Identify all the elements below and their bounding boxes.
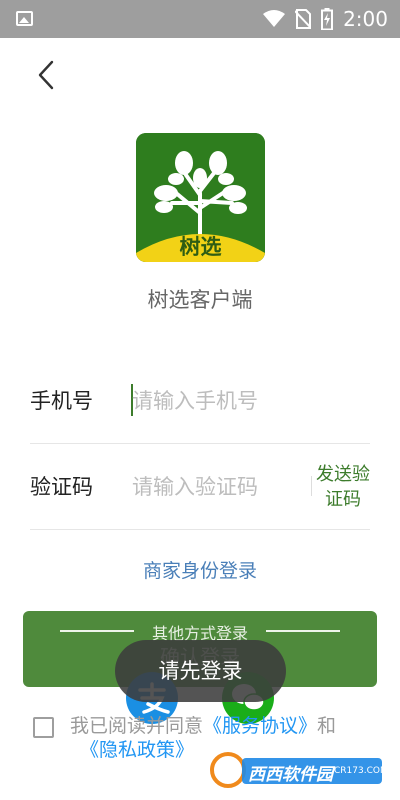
watermark: 西西软件园 CR173.COM [208, 750, 388, 790]
send-code-button[interactable]: 发送验 证码 [308, 462, 378, 512]
app-name: 树选客户端 [147, 288, 253, 312]
battery-charging-icon [321, 8, 334, 30]
watermark-url: CR173.COM [334, 766, 388, 776]
agreement-text: 我已阅读并同意《服务协议》和 [70, 713, 336, 739]
app-logo: 树选 [136, 133, 265, 262]
phone-row: 手机号 [30, 358, 370, 444]
status-time: 2:00 [343, 7, 388, 31]
code-row: 验证码 发送验 证码 [30, 444, 370, 530]
code-input[interactable] [132, 464, 302, 510]
merchant-login-link[interactable]: 商家身份登录 [0, 556, 400, 583]
no-sim-icon [295, 9, 312, 29]
send-code-line2: 证码 [325, 489, 361, 510]
code-label: 验证码 [30, 475, 93, 499]
image-icon [16, 11, 33, 26]
wifi-icon [263, 10, 286, 27]
status-bar-right: 2:00 [263, 0, 388, 38]
logo-text: 树选 [179, 235, 222, 259]
toast-message: 请先登录 [115, 640, 286, 702]
chevron-left-icon [38, 60, 54, 90]
back-button[interactable] [30, 58, 64, 92]
agreement-and: 和 [317, 715, 337, 737]
phone-label: 手机号 [30, 389, 93, 413]
agreement-checkbox[interactable] [33, 717, 54, 738]
watermark-text: 西西软件园 [248, 765, 333, 785]
phone-input[interactable] [132, 378, 362, 424]
service-agreement-link[interactable]: 《服务协议》 [203, 715, 317, 737]
status-bar: 2:00 [0, 0, 400, 38]
agreement-prefix: 我已阅读并同意 [70, 715, 204, 737]
send-code-line1: 发送验 [316, 464, 370, 485]
privacy-policy-link[interactable]: 《隐私政策》 [80, 737, 194, 763]
